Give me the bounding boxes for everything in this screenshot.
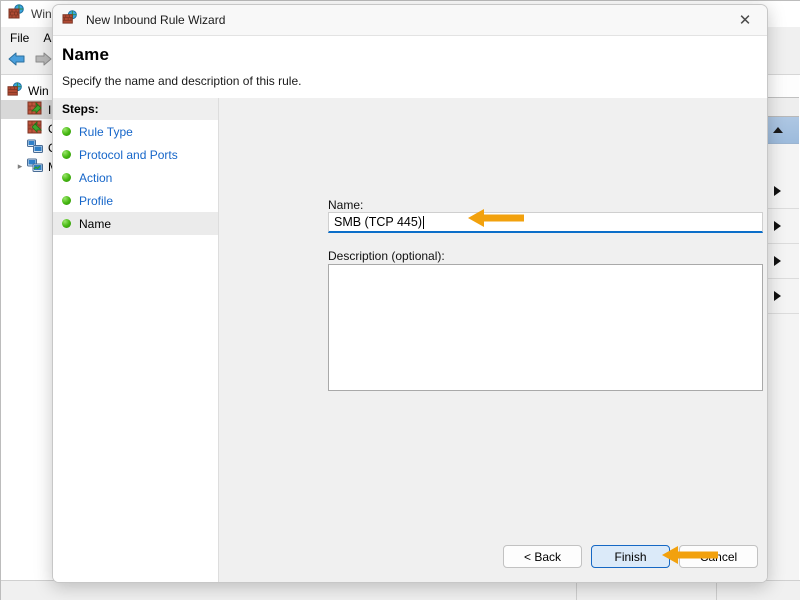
- back-button[interactable]: < Back: [503, 545, 582, 568]
- close-icon[interactable]: ✕: [723, 5, 767, 35]
- step-complete-icon: [62, 173, 71, 182]
- dialog-header: Name Specify the name and description of…: [53, 36, 767, 98]
- content-panel: Name: SMB (TCP 445) Description (optiona…: [220, 98, 767, 582]
- step-complete-icon: [62, 127, 71, 136]
- new-inbound-rule-wizard-dialog: New Inbound Rule Wizard ✕ Name Specify t…: [52, 4, 768, 583]
- back-arrow-icon[interactable]: [6, 50, 28, 73]
- forward-arrow-icon[interactable]: [32, 50, 54, 73]
- statusbar-segment: [716, 581, 800, 600]
- firewall-globe-icon: [8, 3, 25, 25]
- menu-file[interactable]: File: [10, 31, 29, 45]
- inbound-rules-icon: [27, 101, 43, 119]
- chevron-right-icon[interactable]: ▸: [15, 161, 25, 172]
- steps-title: Steps:: [53, 98, 218, 120]
- outbound-rules-icon: [27, 120, 43, 138]
- firewall-globe-icon: [7, 81, 23, 100]
- step-profile[interactable]: Profile: [53, 189, 218, 212]
- monitoring-icon: [27, 158, 43, 176]
- tree-item-root-label: Win: [28, 83, 49, 98]
- expander-triangle-icon: [774, 256, 781, 266]
- dialog-main: Steps: Rule Type Protocol and Ports Acti…: [53, 98, 767, 582]
- statusbar-segment: [576, 581, 717, 600]
- steps-panel: Steps: Rule Type Protocol and Ports Acti…: [53, 98, 219, 582]
- name-input-value: SMB (TCP 445): [334, 215, 422, 229]
- menu-action[interactable]: A: [43, 31, 51, 45]
- firewall-globe-icon: [62, 10, 78, 30]
- page-title: Name: [62, 45, 110, 64]
- description-field-label: Description (optional):: [328, 249, 445, 263]
- step-name-label: Name: [79, 216, 112, 231]
- expander-triangle-icon: [774, 221, 781, 231]
- text-caret: [423, 215, 424, 229]
- step-complete-icon: [62, 219, 71, 228]
- step-name[interactable]: Name: [53, 212, 218, 235]
- scroll-up-arrow-icon: [772, 127, 783, 133]
- step-complete-icon: [62, 196, 71, 205]
- console-statusbar: [1, 580, 800, 600]
- step-rule-type-label: Rule Type: [79, 124, 133, 139]
- expander-triangle-icon: [774, 186, 781, 196]
- cancel-button[interactable]: Cancel: [679, 545, 758, 568]
- step-complete-icon: [62, 150, 71, 159]
- description-input[interactable]: [328, 264, 763, 391]
- expander-triangle-icon: [774, 291, 781, 301]
- page-subtitle: Specify the name and description of this…: [62, 74, 302, 88]
- name-input[interactable]: SMB (TCP 445): [328, 212, 763, 233]
- step-protocol-and-ports-label: Protocol and Ports: [79, 147, 178, 162]
- dialog-titlebar[interactable]: New Inbound Rule Wizard ✕: [53, 5, 767, 36]
- step-protocol-and-ports[interactable]: Protocol and Ports: [53, 143, 218, 166]
- dialog-title: New Inbound Rule Wizard: [86, 13, 226, 27]
- screen: Wind File A Win I ▸ New Inbound Rule Wiz…: [0, 0, 800, 600]
- step-profile-label: Profile: [79, 193, 114, 208]
- dialog-button-row: < Back Finish Cancel: [503, 545, 758, 568]
- description-input-value: [329, 265, 762, 273]
- tree-item-inbound-rules-label: I: [48, 102, 52, 117]
- finish-button[interactable]: Finish: [591, 545, 670, 568]
- step-action[interactable]: Action: [53, 166, 218, 189]
- step-rule-type[interactable]: Rule Type: [53, 120, 218, 143]
- name-field-label: Name:: [328, 198, 364, 212]
- connection-security-rules-icon: [27, 139, 43, 157]
- step-action-label: Action: [79, 170, 113, 185]
